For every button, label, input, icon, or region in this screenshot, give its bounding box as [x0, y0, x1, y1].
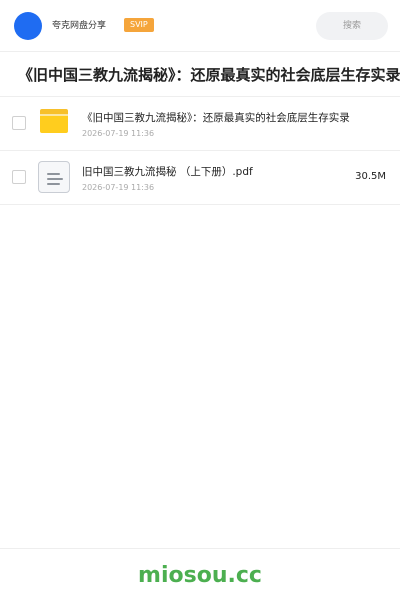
file-date: 2026-07-19 11:36 — [82, 183, 155, 192]
file-row[interactable]: 旧中国三教九流揭秘 （上下册）.pdf 2026-07-19 11:36 30.… — [0, 151, 400, 205]
page-title: 《旧中国三教九流揭秘》：还原最真实的社会底层生存实录 — [18, 66, 400, 84]
file-size: 30.5M — [355, 171, 386, 182]
search-button[interactable]: 搜索 — [316, 12, 388, 40]
svip-badge: SVIP — [124, 18, 154, 32]
folder-icon — [40, 109, 68, 133]
share-title-bar: 《旧中国三教九流揭秘》：还原最真实的社会底层生存实录 — [0, 53, 400, 97]
select-checkbox[interactable] — [12, 170, 26, 184]
top-header: 夸克网盘分享 SVIP 搜索 — [0, 0, 400, 52]
footer: miosou.cc — [0, 548, 400, 600]
file-name[interactable]: 《旧中国三教九流揭秘》：还原最真实的社会底层生存实录 — [82, 112, 350, 125]
document-icon — [38, 161, 70, 193]
file-row[interactable]: 《旧中国三教九流揭秘》：还原最真实的社会底层生存实录 2026-07-19 11… — [0, 97, 400, 151]
avatar[interactable] — [14, 12, 42, 40]
file-date: 2026-07-19 11:36 — [82, 129, 155, 138]
site-watermark: miosou.cc — [138, 563, 262, 588]
file-name[interactable]: 旧中国三教九流揭秘 （上下册）.pdf — [82, 166, 253, 179]
select-checkbox[interactable] — [12, 116, 26, 130]
username-label: 夸克网盘分享 — [52, 21, 107, 31]
